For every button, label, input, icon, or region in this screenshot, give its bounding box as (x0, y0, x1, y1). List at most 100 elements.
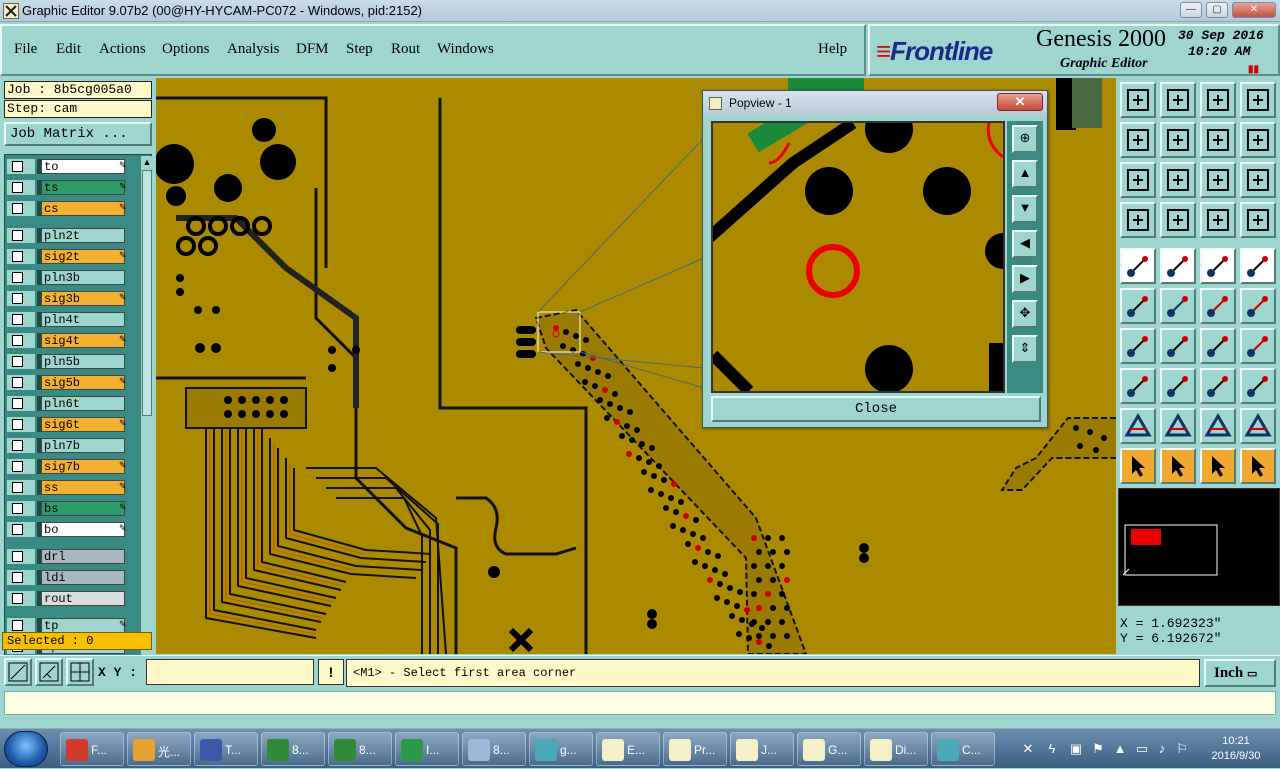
cut-line-icon[interactable] (1160, 368, 1196, 404)
layer-edit-icon[interactable]: ✎ (119, 460, 127, 471)
surface-fill-icon[interactable] (1240, 408, 1276, 444)
tray-device-icon[interactable]: ▣ (1068, 741, 1084, 757)
add-surface-icon[interactable] (1120, 408, 1156, 444)
select-pointer-icon[interactable] (1120, 448, 1156, 484)
tray-volume-icon[interactable]: ♪ (1154, 741, 1170, 757)
layer-name[interactable]: pln7b (41, 438, 125, 453)
layer-name[interactable]: drl (41, 549, 125, 564)
xy-input[interactable] (146, 659, 314, 685)
zoom-fit-tool-icon[interactable] (1120, 162, 1156, 198)
zoom-home-icon[interactable]: ⇕ (1012, 335, 1038, 363)
taskbar-app-13[interactable]: C... (931, 732, 995, 766)
show-pads-icon[interactable] (1240, 248, 1276, 284)
warning-button[interactable]: ! (318, 659, 344, 685)
layer-row-pln7b[interactable]: pln7b (7, 438, 131, 453)
layer-edit-icon[interactable]: ✎ (119, 481, 127, 492)
layer-name[interactable]: to (41, 159, 125, 174)
tray-monitor-icon[interactable]: ▭ (1134, 741, 1150, 757)
layer-name[interactable]: sig7b (41, 459, 125, 474)
close-window-button[interactable]: ✕ (1232, 2, 1276, 18)
layer-row-sig3b[interactable]: sig3b ✎ (7, 291, 131, 306)
mirror-icon[interactable] (1240, 328, 1276, 364)
help-query-icon[interactable] (1240, 162, 1276, 198)
layer-row-to[interactable]: to ✎ (7, 159, 131, 174)
layer-edit-icon[interactable]: ✎ (119, 418, 127, 429)
layer-checkbox[interactable] (12, 620, 23, 631)
popview-canvas[interactable] (711, 121, 1005, 393)
layer-edit-icon[interactable]: ✎ (119, 292, 127, 303)
layer-name[interactable]: pln6t (41, 396, 125, 411)
popview-close-x-button[interactable]: ✕ (997, 93, 1043, 111)
taskbar-app-10[interactable]: J... (730, 732, 794, 766)
units-selector[interactable]: Inch ▭ (1204, 659, 1276, 687)
pan-left-tool-icon[interactable] (1120, 122, 1156, 158)
layer-checkbox[interactable] (12, 356, 23, 367)
add-pad-icon[interactable] (1120, 248, 1156, 284)
layer-name[interactable]: sig2t (41, 249, 125, 264)
grid-tool-icon[interactable] (1160, 202, 1196, 238)
taskbar-clock[interactable]: 10:21 2016/9/30 (1196, 734, 1276, 764)
layer-name[interactable]: ss (41, 480, 125, 495)
resize-icon[interactable] (1200, 368, 1236, 404)
layer-name[interactable]: ts (41, 180, 125, 195)
layer-row-pln2t[interactable]: pln2t (7, 228, 131, 243)
layer-row-ss[interactable]: ss ✎ (7, 480, 131, 495)
layer-row-ts[interactable]: ts ✎ (7, 180, 131, 195)
delete-feature-icon[interactable] (1160, 288, 1196, 324)
pan-left-icon[interactable]: ◀ (1012, 230, 1038, 258)
select-route-icon[interactable] (1240, 448, 1276, 484)
menu-file[interactable]: File (14, 41, 37, 58)
pan-right-icon[interactable]: ▶ (1012, 265, 1038, 293)
menu-rout[interactable]: Rout (391, 41, 420, 58)
layer-name[interactable]: pln3b (41, 270, 125, 285)
layer-checkbox[interactable] (12, 335, 23, 346)
surface-outline-icon[interactable] (1200, 408, 1236, 444)
layer-checkbox[interactable] (12, 230, 23, 241)
layer-checkbox[interactable] (12, 182, 23, 193)
popview-close-button[interactable]: Close (711, 396, 1041, 422)
taskbar-app-4[interactable]: 8... (328, 732, 392, 766)
job-matrix-button[interactable]: Job Matrix ... (4, 122, 152, 146)
copy-feature-icon[interactable] (1120, 368, 1156, 404)
menu-actions[interactable]: Actions (99, 41, 146, 58)
layer-edit-icon[interactable]: ✎ (119, 523, 127, 534)
taskbar-app-6[interactable]: 8... (462, 732, 526, 766)
tray-network-icon[interactable]: ▲ (1112, 741, 1128, 757)
layer-name[interactable]: sig6t (41, 417, 125, 432)
layer-edit-icon[interactable]: ✎ (119, 619, 127, 630)
layer-checkbox[interactable] (12, 419, 23, 430)
layer-checkbox[interactable] (12, 551, 23, 562)
menu-edit[interactable]: Edit (56, 41, 81, 58)
layer-name[interactable]: tp (41, 618, 125, 633)
tray-flag-icon[interactable]: ⚑ (1090, 741, 1106, 757)
menu-analysis[interactable]: Analysis (227, 41, 280, 58)
scroll-up-icon[interactable]: ▲ (141, 156, 153, 168)
tray-close-icon[interactable]: ✕ (1020, 741, 1036, 757)
layer-row-cs[interactable]: cs ✎ (7, 201, 131, 216)
redraw-icon[interactable] (1240, 122, 1276, 158)
maximize-button[interactable]: ▢ (1206, 2, 1228, 18)
snap-mode-icon[interactable] (4, 658, 32, 686)
layer-checkbox[interactable] (12, 440, 23, 451)
layer-checkbox[interactable] (12, 293, 23, 304)
layer-name[interactable]: pln2t (41, 228, 125, 243)
pause-icon[interactable]: ▮▮ (1248, 64, 1259, 75)
layer-checkbox[interactable] (12, 503, 23, 514)
layer-row-bo[interactable]: bo ✎ (7, 522, 131, 537)
scroll-thumb[interactable] (142, 170, 152, 416)
layer-row-sig6t[interactable]: sig6t ✎ (7, 417, 131, 432)
symbol-icon[interactable] (1240, 368, 1276, 404)
layer-list-scrollbar[interactable]: ▲ ▼ (140, 156, 152, 702)
layer-row-pln5b[interactable]: pln5b (7, 354, 131, 369)
layer-checkbox[interactable] (12, 377, 23, 388)
menu-help[interactable]: Help (818, 41, 847, 58)
layer-row-pln6t[interactable]: pln6t (7, 396, 131, 411)
pan-down-icon[interactable]: ▼ (1012, 195, 1038, 223)
step-back-icon[interactable] (1200, 122, 1236, 158)
layer-edit-icon[interactable]: ✎ (119, 160, 127, 171)
layer-checkbox[interactable] (12, 524, 23, 535)
layer-checkbox[interactable] (12, 572, 23, 583)
layer-checkbox[interactable] (12, 314, 23, 325)
pan-up-icon[interactable]: ▲ (1012, 160, 1038, 188)
taskbar-app-8[interactable]: E... (596, 732, 660, 766)
